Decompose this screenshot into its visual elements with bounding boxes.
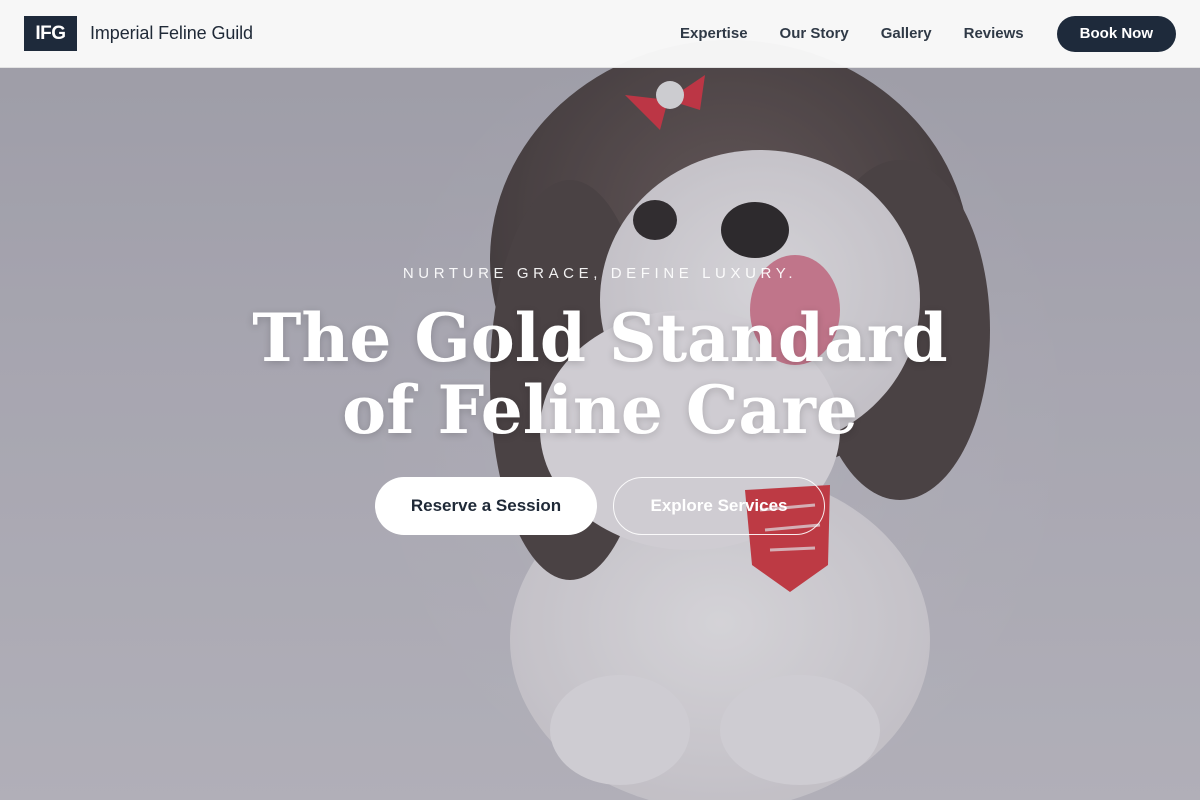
page: IFG Imperial Feline Guild Expertise Our … [0, 0, 1200, 800]
nav-link-our-story[interactable]: Our Story [780, 25, 849, 42]
explore-services-button[interactable]: Explore Services [613, 477, 825, 535]
nav-link-expertise[interactable]: Expertise [680, 25, 748, 42]
hero-headline-line2: of Feline Care [342, 371, 858, 449]
brand-name[interactable]: Imperial Feline Guild [90, 23, 253, 44]
hero-section: NURTURE GRACE, DEFINE LUXURY. The Gold S… [0, 0, 1200, 800]
nav-link-reviews[interactable]: Reviews [964, 25, 1024, 42]
hero-tagline: NURTURE GRACE, DEFINE LUXURY. [402, 265, 798, 282]
hero-cta-row: Reserve a Session Explore Services [0, 477, 1200, 535]
nav-link-gallery[interactable]: Gallery [881, 25, 932, 42]
hero-headline-line1: The Gold Standard [252, 299, 948, 377]
logo-mark[interactable]: IFG [24, 16, 77, 51]
reserve-session-button[interactable]: Reserve a Session [375, 477, 597, 535]
main-nav: Expertise Our Story Gallery Reviews [680, 25, 1024, 42]
book-now-button[interactable]: Book Now [1056, 15, 1176, 52]
hero-headline: The Gold Standard of Feline Care [0, 302, 1200, 446]
site-header: IFG Imperial Feline Guild Expertise Our … [0, 0, 1200, 68]
logo-text: IFG [35, 22, 66, 44]
